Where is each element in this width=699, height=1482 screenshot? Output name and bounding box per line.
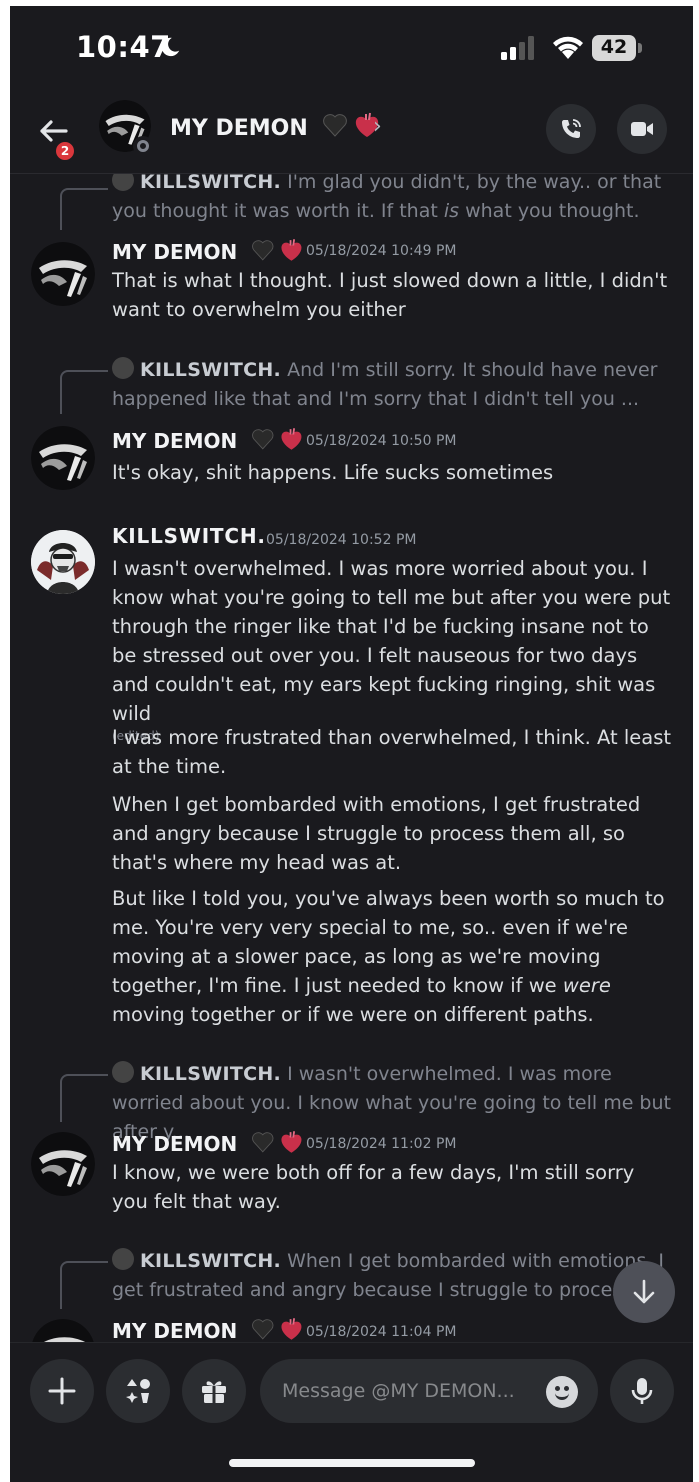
- message-author[interactable]: KILLSWITCH.: [112, 524, 266, 548]
- author-name: MY DEMON: [112, 1319, 238, 1342]
- paragraph-1: I wasn't overwhelmed. I was more worried…: [112, 557, 671, 725]
- channel-header: 2 MY DEMON ›: [10, 94, 693, 174]
- message-timestamp: 05/18/2024 10:50 PM: [306, 433, 457, 449]
- battery-indicator: 42: [592, 35, 642, 61]
- hearts-icon: [252, 1318, 302, 1340]
- reply-spine: [60, 188, 108, 230]
- hearts-icon: [252, 428, 302, 450]
- discord-dm-screen: 10:47 42 2 MY DEMON › KILLSWITCH. I'm gl…: [10, 6, 693, 1482]
- reply-preview[interactable]: KILLSWITCH. I'm glad you didn't, by the …: [112, 174, 672, 226]
- author-name: MY DEMON: [112, 1132, 238, 1156]
- reply-author: KILLSWITCH.: [140, 174, 282, 193]
- hearts-icon: [252, 239, 302, 261]
- reply-author: KILLSWITCH.: [140, 359, 282, 381]
- chevron-right-icon[interactable]: ›: [373, 114, 382, 139]
- offline-status-icon: [133, 136, 153, 156]
- message-timestamp: 05/18/2024 11:04 PM: [306, 1324, 457, 1340]
- status-time: 10:47: [76, 30, 171, 64]
- wifi-icon: [553, 36, 583, 59]
- avatar[interactable]: [31, 1319, 95, 1342]
- paragraph-4-emphasis: were: [562, 974, 611, 997]
- message-author[interactable]: MY DEMON: [112, 238, 304, 264]
- plus-icon: [48, 1377, 76, 1405]
- reply-preview[interactable]: KILLSWITCH. And I'm still sorry. It shou…: [112, 356, 672, 414]
- author-name: KILLSWITCH.: [112, 524, 266, 548]
- demon-avatar-art: [31, 242, 95, 306]
- reply-preview[interactable]: KILLSWITCH. When I get bombarded with em…: [112, 1247, 672, 1305]
- battery-level: 42: [600, 36, 628, 58]
- gift-icon: [202, 1381, 226, 1403]
- message-text: But like I told you, you've always been …: [112, 884, 672, 1029]
- paragraph-4-end: moving together or if we were on differe…: [112, 1003, 594, 1026]
- emoji-icon: [555, 1392, 569, 1400]
- voice-message-button[interactable]: [610, 1359, 674, 1423]
- reply-spine: [60, 1074, 108, 1122]
- scroll-to-bottom-button[interactable]: [613, 1261, 675, 1323]
- message-author[interactable]: MY DEMON: [112, 1130, 304, 1156]
- video-icon: [631, 122, 653, 136]
- message-text: It's okay, shit happens. Life sucks some…: [112, 461, 554, 484]
- reply-avatar: [112, 174, 134, 191]
- demon-avatar-art: [32, 1319, 94, 1342]
- channel-title-text: MY DEMON: [170, 116, 308, 141]
- reply-avatar: [112, 1061, 134, 1083]
- emoji-picker-button[interactable]: [546, 1376, 578, 1408]
- reply-author: KILLSWITCH.: [140, 1250, 282, 1272]
- message-list[interactable]: KILLSWITCH. I'm glad you didn't, by the …: [10, 174, 693, 1342]
- author-name: MY DEMON: [112, 429, 238, 453]
- reply-avatar: [112, 1248, 134, 1270]
- reply-spine: [60, 1261, 108, 1309]
- call-icon: [562, 119, 581, 138]
- home-indicator: [229, 1459, 475, 1467]
- gift-button[interactable]: [182, 1359, 246, 1423]
- avatar[interactable]: [31, 1132, 95, 1196]
- channel-title[interactable]: MY DEMON: [170, 112, 381, 141]
- demon-avatar-art: [31, 426, 95, 490]
- avatar[interactable]: [31, 426, 95, 490]
- reply-text-end: what you thought.: [459, 200, 640, 222]
- author-name: MY DEMON: [112, 240, 238, 264]
- message-text: When I get bombarded with emotions, I ge…: [112, 793, 641, 874]
- avatar[interactable]: [31, 530, 95, 594]
- moon-icon: [161, 37, 180, 57]
- reply-spine: [60, 370, 108, 414]
- message-timestamp: 05/18/2024 10:52 PM: [266, 532, 417, 548]
- reply-text-emphasis: is: [443, 200, 460, 222]
- skull-avatar-art: [31, 530, 95, 594]
- voice-call-button[interactable]: [546, 104, 596, 154]
- message-timestamp: 05/18/2024 10:49 PM: [306, 243, 457, 259]
- unread-badge: 2: [53, 139, 77, 163]
- message-text: I was more frustrated than overwhelmed, …: [112, 726, 672, 778]
- mic-icon: [631, 1378, 653, 1404]
- add-attachment-button[interactable]: [30, 1359, 94, 1423]
- message-timestamp: 05/18/2024 11:02 PM: [306, 1136, 457, 1152]
- message-author[interactable]: MY DEMON: [112, 1317, 304, 1342]
- status-bar: 10:47 42: [10, 6, 693, 86]
- message-text: I wasn't overwhelmed. I was more worried…: [112, 554, 672, 744]
- apps-button[interactable]: [106, 1359, 170, 1423]
- reply-avatar: [112, 357, 134, 379]
- message-text: That is what I thought. I just slowed do…: [112, 269, 668, 321]
- message-text: I know, we were both off for a few days,…: [112, 1161, 635, 1213]
- apps-icon: [126, 1379, 150, 1403]
- reply-author: KILLSWITCH.: [140, 1063, 282, 1085]
- avatar[interactable]: [31, 242, 95, 306]
- battery-tip: [638, 43, 642, 53]
- video-call-button[interactable]: [617, 104, 667, 154]
- arrow-down-icon: [633, 1279, 655, 1304]
- hearts-icon: [252, 1131, 302, 1153]
- message-author[interactable]: MY DEMON: [112, 427, 304, 453]
- demon-avatar-art: [31, 1132, 95, 1196]
- cellular-signal-icon: [501, 36, 534, 60]
